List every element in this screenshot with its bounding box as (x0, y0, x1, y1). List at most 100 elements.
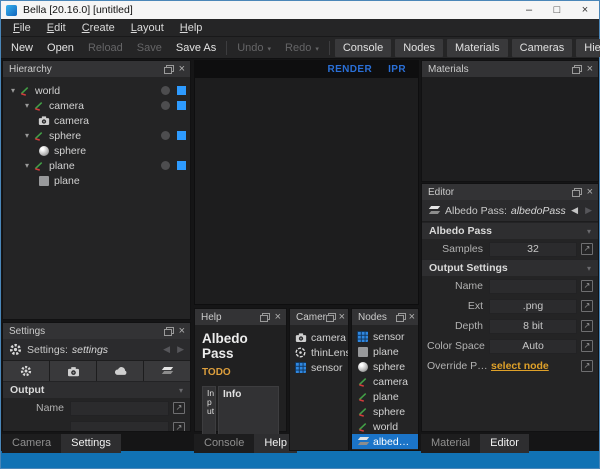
maximize-button[interactable]: □ (543, 1, 571, 19)
visibility-circle-toggle[interactable] (161, 131, 170, 140)
render-mode-button[interactable]: RENDER (327, 64, 372, 75)
list-item-plane[interactable]: plane (352, 344, 418, 359)
close-panel-icon[interactable]: × (275, 312, 281, 322)
visibility-circle-toggle[interactable] (161, 86, 170, 95)
external-edit-icon[interactable]: ↗ (173, 422, 185, 432)
tab-material[interactable]: Material (421, 434, 480, 453)
section-output[interactable]: Output ▾ (3, 381, 190, 398)
tree-row-sphere-xform[interactable]: ▾ sphere (3, 128, 190, 143)
reload-button[interactable]: Reload (81, 40, 130, 56)
visibility-square-toggle[interactable] (177, 101, 186, 110)
tab-settings[interactable]: Settings (61, 434, 121, 453)
list-item-world[interactable]: world (352, 419, 418, 434)
collapse-icon[interactable]: ▾ (587, 264, 591, 273)
panel-button-materials[interactable]: Materials (447, 39, 508, 57)
expander-icon[interactable]: ▾ (8, 86, 18, 95)
tree-row-camera[interactable]: camera (3, 113, 190, 128)
visibility-circle-toggle[interactable] (161, 161, 170, 170)
forward-icon[interactable]: ▶ (177, 344, 184, 355)
float-panel-icon[interactable] (572, 188, 582, 197)
list-item-sensor[interactable]: sensor (290, 360, 348, 375)
float-panel-icon[interactable] (572, 65, 582, 74)
expander-icon[interactable]: ▾ (22, 101, 32, 110)
section-output-settings[interactable]: Output Settings ▾ (422, 259, 598, 276)
visibility-square-toggle[interactable] (177, 131, 186, 140)
tab-settings-environment[interactable] (97, 361, 143, 381)
clipped-input[interactable] (70, 421, 169, 433)
close-panel-icon[interactable]: × (409, 312, 415, 322)
expander-icon[interactable]: ▾ (22, 161, 32, 170)
collapse-icon[interactable]: ▾ (587, 227, 591, 236)
menu-layout[interactable]: Layout (123, 20, 172, 36)
list-item-beauty[interactable]: beaut… (352, 449, 418, 451)
float-panel-icon[interactable] (260, 313, 270, 322)
viewport-panel[interactable]: RENDER IPR (194, 60, 419, 305)
menu-help[interactable]: Help (172, 20, 211, 36)
close-panel-icon[interactable]: × (179, 326, 185, 336)
name-input[interactable] (489, 279, 577, 294)
materials-content[interactable] (422, 77, 598, 181)
tab-settings-passes[interactable] (144, 361, 190, 381)
external-edit-icon[interactable]: ↗ (581, 243, 593, 255)
ipr-mode-button[interactable]: IPR (388, 64, 406, 75)
list-item-sphere-xform[interactable]: sphere (352, 404, 418, 419)
close-panel-icon[interactable]: × (587, 187, 593, 197)
tab-camera[interactable]: Camera (2, 434, 61, 453)
tree-row-camera-xform[interactable]: ▾ camera (3, 98, 190, 113)
open-button[interactable]: Open (40, 40, 81, 56)
dropdown-arrow-icon[interactable]: ▾ (315, 46, 319, 53)
dropdown-arrow-icon[interactable]: ▾ (268, 46, 272, 53)
back-icon[interactable]: ◀ (571, 205, 578, 216)
section-albedo-pass[interactable]: Albedo Pass ▾ (422, 222, 598, 239)
depth-input[interactable]: 8 bit (489, 319, 577, 334)
forward-icon[interactable]: ▶ (585, 205, 592, 216)
close-panel-icon[interactable]: × (179, 64, 185, 74)
tab-console[interactable]: Console (194, 434, 254, 453)
save-button[interactable]: Save (130, 40, 169, 56)
visibility-square-toggle[interactable] (177, 86, 186, 95)
external-edit-icon[interactable]: ↗ (581, 280, 593, 292)
list-item-sphere[interactable]: sphere (352, 359, 418, 374)
tab-settings-general[interactable] (3, 361, 49, 381)
close-button[interactable]: × (571, 1, 599, 19)
menu-file[interactable]: File (5, 20, 39, 36)
redo-button[interactable]: Redo▾ (278, 40, 326, 56)
panel-button-hierarchy[interactable]: Hierarchy (576, 39, 600, 57)
float-panel-icon[interactable] (164, 65, 174, 74)
new-button[interactable]: New (4, 40, 40, 56)
minimize-button[interactable]: – (515, 1, 543, 19)
external-edit-icon[interactable]: ↗ (581, 340, 593, 352)
list-item-camera-xform[interactable]: camera (352, 374, 418, 389)
visibility-square-toggle[interactable] (177, 161, 186, 170)
external-edit-icon[interactable]: ↗ (173, 402, 185, 414)
color-space-input[interactable]: Auto (489, 339, 577, 354)
expander-icon[interactable]: ▾ (22, 131, 32, 140)
undo-button[interactable]: Undo▾ (230, 40, 278, 56)
tab-settings-camera[interactable] (50, 361, 96, 381)
ext-input[interactable]: .png (489, 299, 577, 314)
panel-button-nodes[interactable]: Nodes (395, 39, 443, 57)
menu-edit[interactable]: Edit (39, 20, 74, 36)
external-edit-icon[interactable]: ↗ (581, 300, 593, 312)
panel-button-console[interactable]: Console (335, 39, 391, 57)
visibility-circle-toggle[interactable] (161, 101, 170, 110)
close-panel-icon[interactable]: × (587, 64, 593, 74)
list-item-camera[interactable]: camera (290, 330, 348, 345)
tab-editor[interactable]: Editor (480, 434, 529, 453)
tree-row-plane[interactable]: plane (3, 173, 190, 188)
close-panel-icon[interactable]: × (339, 312, 345, 322)
list-item-sensor[interactable]: sensor (352, 329, 418, 344)
list-item-plane-xform[interactable]: plane (352, 389, 418, 404)
list-item-thinlens[interactable]: thinLens (290, 345, 348, 360)
save-as-button[interactable]: Save As (169, 40, 223, 56)
samples-input[interactable]: 32 (489, 242, 577, 257)
list-item-albedo-selected[interactable]: albed… (352, 434, 418, 449)
back-icon[interactable]: ◀ (163, 344, 170, 355)
collapse-icon[interactable]: ▾ (179, 386, 183, 395)
menu-create[interactable]: Create (74, 20, 123, 36)
select-node-link[interactable]: select node (489, 360, 577, 372)
float-panel-icon[interactable] (326, 313, 336, 322)
external-edit-icon[interactable]: ↗ (581, 360, 593, 372)
tree-row-plane-xform[interactable]: ▾ plane (3, 158, 190, 173)
external-edit-icon[interactable]: ↗ (581, 320, 593, 332)
